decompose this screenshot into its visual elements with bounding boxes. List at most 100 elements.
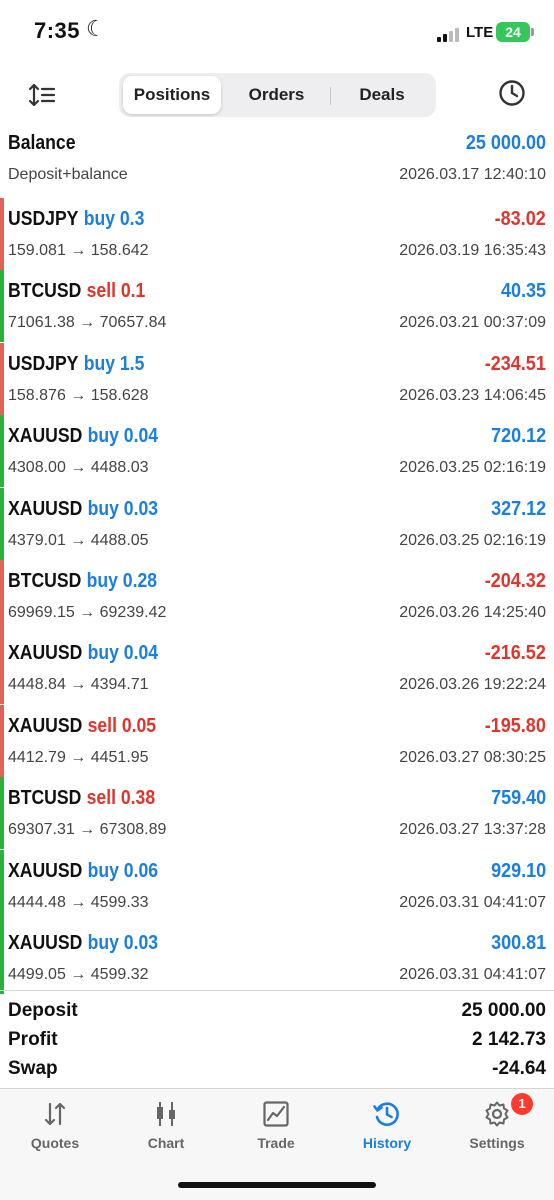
trade-icon — [263, 1101, 289, 1127]
deal-row[interactable]: BTCUSD sell 0.1 71061.38 → 70657.84 40.35 20… — [0, 270, 554, 343]
deal-title: XAUUSD buy 0.03 — [8, 932, 158, 955]
deal-prices: 4499.05 → 4599.32 — [8, 966, 149, 983]
deal-row[interactable]: XAUUSD buy 0.04 4448.84 → 4394.71 -216.52 20… — [0, 632, 554, 705]
deal-status-bar — [0, 704, 4, 777]
deal-row[interactable]: USDJPY buy 1.5 158.876 → 158.628 -234.51 202… — [0, 342, 554, 415]
focus-moon-icon: ☾ — [86, 16, 106, 41]
deal-profit: -83.02 — [494, 208, 546, 230]
nav-settings[interactable]: 1 Settings — [442, 1089, 552, 1159]
summary-label: Profit — [8, 1029, 58, 1050]
deal-status-bar — [0, 922, 4, 994]
summary-value: 25 000.00 — [461, 1000, 546, 1021]
nav-label: History — [362, 1135, 412, 1151]
deal-side: buy 0.04 — [87, 642, 159, 665]
battery-icon: 24 — [496, 22, 530, 42]
summary-deposit: Deposit 25 000.00 — [0, 997, 554, 1027]
status-time: 7:35 — [34, 18, 81, 43]
tab-positions[interactable]: Positions — [123, 76, 221, 114]
deal-status-bar — [0, 632, 4, 705]
deal-prices: 4379.01 → 4488.05 — [8, 531, 149, 549]
deal-side: sell 0.38 — [86, 787, 156, 810]
deal-profit: 759.40 — [490, 787, 546, 810]
deal-row[interactable]: BTCUSD buy 0.28 69969.15 → 69239.42 -204.32… — [0, 560, 554, 632]
deal-row[interactable]: BTCUSD sell 0.38 69307.31 → 67308.89 759.40… — [0, 777, 554, 850]
deal-prices: 4308.00 → 4488.03 — [8, 459, 149, 477]
candlestick-chart-icon — [157, 1102, 175, 1126]
network-type: LTE — [466, 24, 494, 41]
deal-date: 2026.03.21 00:37:09 — [399, 314, 546, 332]
period-clock-icon[interactable] — [498, 79, 526, 107]
deal-date: 2026.03.26 14:25:40 — [399, 604, 546, 621]
deal-side: buy 0.28 — [86, 570, 158, 592]
deal-side: sell 0.05 — [87, 714, 157, 737]
deal-status-bar — [0, 270, 4, 343]
deal-row[interactable]: USDJPY buy 0.3 159.081 → 158.642 -83.02 2026… — [0, 198, 554, 270]
cellular-signal-icon — [437, 26, 463, 42]
deal-date: 2026.03.27 08:30:25 — [399, 748, 546, 766]
deal-status-bar — [0, 198, 4, 270]
deal-symbol: USDJPY — [8, 352, 79, 375]
deal-date: 2026.03.31 04:41:07 — [399, 966, 546, 983]
tab-orders[interactable]: Orders — [225, 76, 328, 114]
deal-profit: -204.32 — [484, 570, 546, 592]
deal-title: XAUUSD buy 0.06 — [8, 860, 158, 883]
nav-trade[interactable]: Trade — [221, 1089, 331, 1159]
deal-profit: -234.51 — [484, 352, 546, 375]
deal-date: 2026.03.23 14:06:45 — [399, 386, 546, 404]
summary-profit: Profit 2 142.73 — [0, 1026, 554, 1056]
deal-title: BTCUSD sell 0.38 — [8, 787, 155, 810]
deal-prices: 158.876 → 158.628 — [8, 386, 149, 404]
deal-row[interactable]: XAUUSD buy 0.03 4499.05 → 4599.32 300.81 202… — [0, 922, 554, 994]
deal-date: 2026.03.25 02:16:19 — [399, 459, 546, 477]
deal-prices: 69307.31 → 67308.89 — [8, 821, 167, 839]
deal-side: buy 0.03 — [87, 497, 159, 520]
deal-row[interactable]: XAUUSD buy 0.06 4444.48 → 4599.33 929.10 202… — [0, 849, 554, 922]
history-icon — [373, 1102, 399, 1126]
home-indicator — [178, 1182, 376, 1188]
nav-history[interactable]: History — [332, 1089, 442, 1159]
deal-profit: 720.12 — [490, 425, 546, 448]
deal-symbol: USDJPY — [8, 208, 79, 230]
nav-quotes[interactable]: Quotes — [0, 1089, 110, 1159]
quotes-icon — [44, 1102, 66, 1126]
deal-title: XAUUSD buy 0.04 — [8, 642, 158, 665]
deal-profit: 40.35 — [500, 280, 546, 303]
nav-chart[interactable]: Chart — [111, 1089, 221, 1159]
deal-symbol: XAUUSD — [8, 497, 83, 520]
summary-label: Deposit — [8, 1000, 78, 1021]
summary-swap: Swap -24.64 — [0, 1055, 554, 1085]
balance-row[interactable]: Balance Deposit+balance 25 000.00 2026.0… — [0, 126, 554, 198]
deal-symbol: XAUUSD — [8, 859, 83, 882]
deal-row[interactable]: XAUUSD sell 0.05 4412.79 → 4451.95 -195.80 2… — [0, 704, 554, 777]
deal-symbol: XAUUSD — [8, 642, 83, 665]
nav-label: Chart — [147, 1135, 185, 1151]
deal-title: USDJPY buy 1.5 — [8, 353, 144, 376]
tab-deals[interactable]: Deals — [332, 76, 432, 114]
deal-side: buy 0.03 — [87, 932, 159, 954]
deal-symbol: BTCUSD — [8, 787, 82, 810]
deal-profit: 327.12 — [490, 497, 546, 520]
settings-badge: 1 — [511, 1093, 533, 1115]
history-toolbar: Positions Orders Deals — [0, 70, 554, 120]
deal-row[interactable]: XAUUSD buy 0.03 4379.01 → 4488.05 327.12 202… — [0, 487, 554, 560]
sort-icon[interactable] — [28, 82, 56, 108]
deal-prices: 4448.84 → 4394.71 — [8, 676, 149, 694]
deal-date: 2026.03.19 16:35:43 — [399, 242, 546, 259]
history-segmented-control: Positions Orders Deals — [119, 73, 436, 117]
deal-date: 2026.03.25 02:16:19 — [399, 531, 546, 549]
nav-label: Settings — [469, 1135, 525, 1151]
deal-side: buy 0.3 — [83, 208, 145, 230]
status-bar: 7:35 ☾ LTE 24 — [0, 0, 554, 68]
summary-value: 2 142.73 — [472, 1029, 546, 1050]
deal-profit: -216.52 — [484, 642, 546, 665]
deal-row[interactable]: XAUUSD buy 0.04 4308.00 → 4488.03 720.12 202… — [0, 415, 554, 488]
balance-label: Balance — [8, 132, 76, 154]
deal-date: 2026.03.26 19:22:24 — [399, 676, 546, 694]
gear-icon — [485, 1101, 509, 1127]
deal-profit: -195.80 — [484, 714, 546, 737]
deal-side: buy 0.04 — [87, 425, 159, 448]
balance-sublabel: Deposit+balance — [8, 166, 128, 183]
balance-value: 25 000.00 — [465, 132, 546, 154]
balance-date: 2026.03.17 12:40:10 — [399, 166, 546, 183]
summary-value: -24.64 — [492, 1058, 546, 1079]
